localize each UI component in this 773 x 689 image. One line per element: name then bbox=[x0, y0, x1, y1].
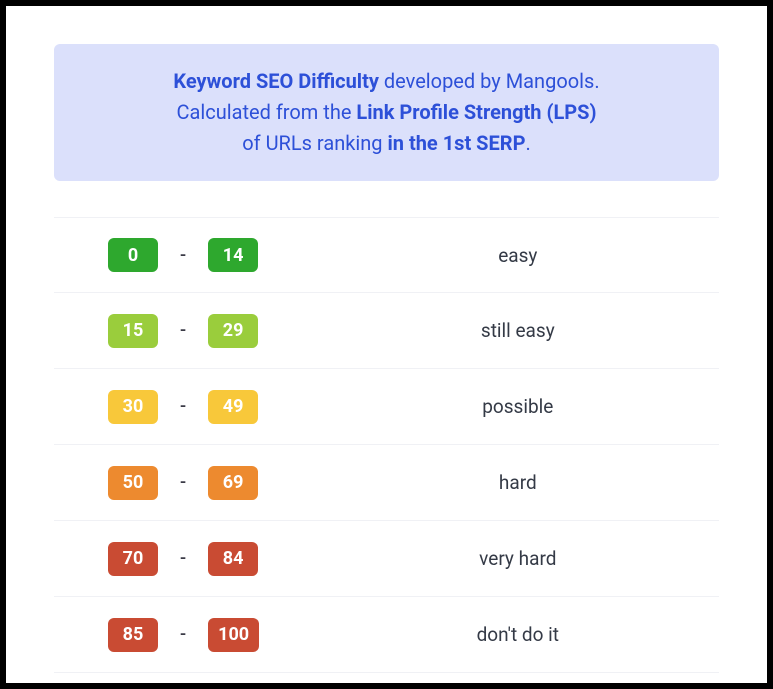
range-dash: - bbox=[180, 320, 186, 341]
range-min-badge: 30 bbox=[108, 390, 158, 424]
difficulty-label: still easy bbox=[347, 319, 719, 342]
range-max-badge: 14 bbox=[208, 238, 258, 272]
info-bold-1: Keyword SEO Difficulty bbox=[173, 69, 379, 93]
range-dash: - bbox=[180, 548, 186, 569]
table-row: 85 - 100 don't do it bbox=[54, 597, 719, 673]
difficulty-label: don't do it bbox=[347, 623, 719, 646]
difficulty-table: 0 - 14 easy 15 - 29 still easy 30 - 49 possible 50 - 6… bbox=[54, 217, 719, 673]
difficulty-label: hard bbox=[347, 471, 719, 494]
difficulty-card: Keyword SEO Difficulty developed by Mang… bbox=[6, 6, 767, 683]
difficulty-label: very hard bbox=[347, 547, 719, 570]
info-box: Keyword SEO Difficulty developed by Mang… bbox=[54, 44, 719, 181]
info-line-1: Keyword SEO Difficulty developed by Mang… bbox=[78, 66, 695, 97]
difficulty-label: easy bbox=[347, 244, 719, 267]
range-min-badge: 85 bbox=[108, 618, 158, 652]
table-row: 15 - 29 still easy bbox=[54, 293, 719, 369]
info-bold-2: Link Profile Strength (LPS) bbox=[356, 100, 596, 124]
range-max-badge: 69 bbox=[208, 466, 258, 500]
range-cell: 15 - 29 bbox=[54, 314, 347, 348]
table-row: 0 - 14 easy bbox=[54, 217, 719, 293]
range-max-badge: 49 bbox=[208, 390, 258, 424]
info-text-4: . bbox=[525, 131, 530, 155]
info-bold-3: in the 1st SERP bbox=[387, 131, 525, 155]
info-line-3: of URLs ranking in the 1st SERP. bbox=[78, 128, 695, 159]
range-dash: - bbox=[180, 396, 186, 417]
range-max-badge: 84 bbox=[208, 542, 258, 576]
table-row: 50 - 69 hard bbox=[54, 445, 719, 521]
range-max-badge: 29 bbox=[208, 314, 258, 348]
range-cell: 70 - 84 bbox=[54, 542, 347, 576]
range-dash: - bbox=[180, 624, 186, 645]
range-min-badge: 50 bbox=[108, 466, 158, 500]
range-dash: - bbox=[180, 245, 186, 266]
range-min-badge: 15 bbox=[108, 314, 158, 348]
range-min-badge: 70 bbox=[108, 542, 158, 576]
info-line-2: Calculated from the Link Profile Strengt… bbox=[78, 97, 695, 128]
range-cell: 0 - 14 bbox=[54, 238, 347, 272]
range-cell: 30 - 49 bbox=[54, 390, 347, 424]
difficulty-label: possible bbox=[347, 395, 719, 418]
range-cell: 85 - 100 bbox=[54, 618, 347, 652]
range-cell: 50 - 69 bbox=[54, 466, 347, 500]
range-dash: - bbox=[180, 472, 186, 493]
range-min-badge: 0 bbox=[108, 238, 158, 272]
info-text-2: Calculated from the bbox=[176, 100, 356, 124]
info-text-3: of URLs ranking bbox=[242, 131, 387, 155]
range-max-badge: 100 bbox=[208, 618, 259, 652]
info-text-1: developed by Mangools. bbox=[379, 69, 600, 93]
table-row: 70 - 84 very hard bbox=[54, 521, 719, 597]
table-row: 30 - 49 possible bbox=[54, 369, 719, 445]
